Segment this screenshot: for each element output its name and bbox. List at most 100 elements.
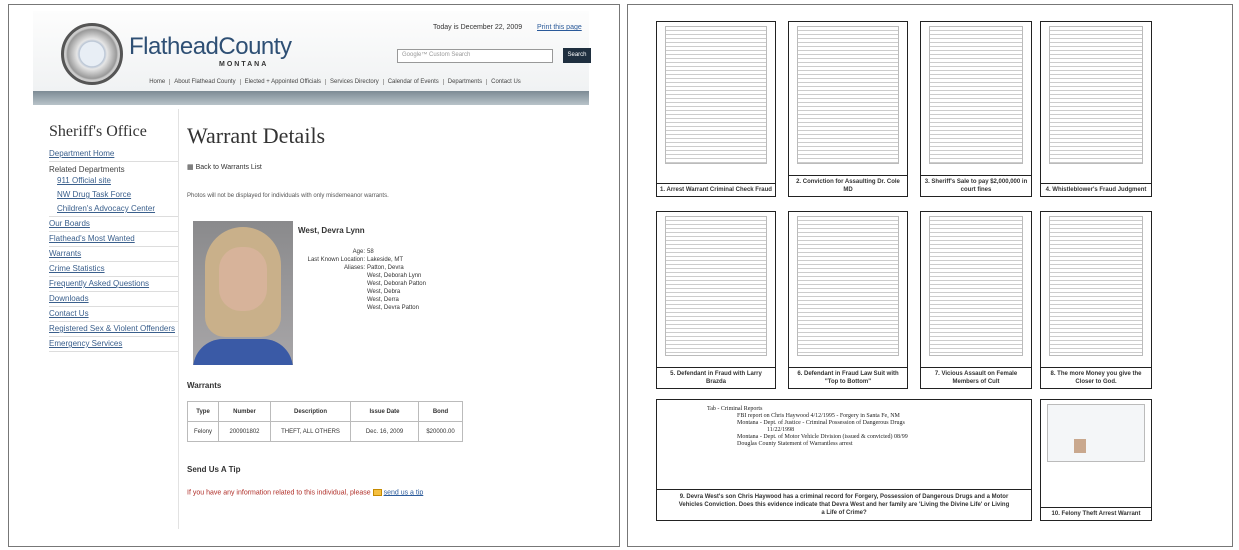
nav-departments[interactable]: Departments (443, 79, 488, 85)
sidebar-item-most-wanted[interactable]: Flathead's Most Wanted (49, 232, 179, 247)
document-caption: 4. Whistleblower's Fraud Judgment (1041, 183, 1151, 196)
document-thumbnail[interactable]: 1. Arrest Warrant Criminal Check Fraud (656, 21, 776, 197)
document-thumbnail[interactable]: 4. Whistleblower's Fraud Judgment (1040, 21, 1152, 197)
sidebar-item-our-boards[interactable]: Our Boards (49, 217, 179, 232)
document-caption: 2. Conviction for Assaulting Dr. Cole MD (789, 175, 907, 196)
document-caption: 10. Felony Theft Arrest Warrant (1041, 507, 1151, 520)
tip-message: If you have any information related to t… (187, 489, 371, 497)
document-caption: 7. Vicious Assault on Female Members of … (921, 367, 1031, 388)
criminal-reports-document[interactable]: Tab - Criminal Reports FBI report on Chr… (656, 399, 1032, 521)
document-caption: 8. The more Money you give the Closer to… (1041, 367, 1151, 388)
alias: West, Devra Patton (367, 305, 419, 311)
alias: Patton, Devra (367, 265, 404, 271)
aliases-label: Aliases: (343, 265, 365, 271)
document-thumbnail[interactable]: 6. Defendant in Fraud Law Suit with "Top… (788, 211, 908, 389)
table-row: Felony 200901802 THEFT, ALL OTHERS Dec. … (186, 421, 464, 442)
county-seal-logo (61, 23, 123, 85)
nav-services[interactable]: Services Directory (326, 79, 384, 85)
location-value: Lakeside, MT (367, 257, 404, 263)
page-content: Sheriff's Office Department Home Related… (33, 105, 589, 540)
document-thumbnail[interactable]: 10. Felony Theft Arrest Warrant (1040, 399, 1152, 521)
date-text: Today is December 22, 2009 (433, 24, 523, 31)
col-bond: Bond (418, 401, 464, 422)
send-tip-link[interactable]: send us a tip (384, 489, 424, 496)
col-type: Type (186, 401, 220, 422)
document-caption: 1. Arrest Warrant Criminal Check Fraud (657, 183, 775, 196)
criminal-reports-text: Tab - Criminal Reports FBI report on Chr… (707, 406, 908, 448)
alias: West, Derra (367, 297, 399, 303)
search-button[interactable]: Search (563, 48, 591, 63)
search-input[interactable]: Google™ Custom Search (397, 49, 553, 63)
document-caption: 5. Defendant in Fraud with Larry Brazda (657, 367, 775, 388)
sidebar-item-department-home[interactable]: Department Home (49, 147, 179, 162)
nav-contact[interactable]: Contact Us (487, 79, 525, 85)
envelope-icon (372, 489, 382, 496)
report-line: Montana - Dept. of Motor Vehicle Divisio… (737, 434, 908, 440)
report-line: Tab - Criminal Reports (707, 406, 763, 412)
person-name: West, Devra Lynn (298, 226, 365, 235)
document-caption: 6. Defendant in Fraud Law Suit with "Top… (789, 367, 907, 388)
header-band (33, 91, 589, 105)
related-departments-label: Related Departments (49, 165, 125, 174)
document-thumbnail[interactable]: 5. Defendant in Fraud with Larry Brazda (656, 211, 776, 389)
tip-text: If you have any information related to t… (187, 489, 423, 496)
warrants-heading: Warrants (187, 381, 222, 390)
sidebar-item-drug-task-force[interactable]: NW Drug Task Force (49, 188, 179, 202)
documents-panel: 1. Arrest Warrant Criminal Check Fraud 2… (627, 4, 1233, 547)
report-line: Douglas County Statement of Warrantless … (737, 441, 853, 447)
cell-issue-date: Dec. 16, 2009 (350, 421, 420, 442)
nav-officials[interactable]: Elected + Appointed Officials (240, 79, 327, 85)
table-header-row: Type Number Description Issue Date Bond (186, 401, 464, 422)
tip-heading: Send Us A Tip (187, 465, 241, 474)
page-title: Warrant Details (187, 123, 326, 148)
top-nav: Home About Flathead County Elected + Appoi… (63, 79, 607, 91)
col-description: Description (270, 401, 352, 422)
sidebar-item-911[interactable]: 911 Official site (49, 174, 179, 188)
alias: West, Debra (367, 289, 401, 295)
website-screenshot-panel: FlatheadCounty MONTANA Today is December… (8, 4, 620, 547)
site-logo-text[interactable]: FlatheadCounty (129, 33, 292, 61)
sidebar-item-downloads[interactable]: Downloads (49, 292, 179, 307)
sidebar-item-childrens-advocacy[interactable]: Children's Advocacy Center (49, 202, 179, 217)
cell-number: 200901802 (218, 421, 272, 442)
cell-description: THEFT, ALL OTHERS (270, 421, 352, 442)
sidebar-item-faq[interactable]: Frequently Asked Questions (49, 277, 179, 292)
report-line: 11/22/1998 (767, 427, 795, 433)
print-page-link[interactable]: Print this page (537, 24, 582, 31)
nav-home[interactable]: Home (145, 79, 171, 85)
sidebar-item-contact-us[interactable]: Contact Us (49, 307, 179, 322)
report-line: Montana - Dept. of Justice - Criminal Po… (737, 420, 905, 426)
back-link-label: Back to Warrants List (195, 164, 262, 171)
sidebar-item-crime-statistics[interactable]: Crime Statistics (49, 262, 179, 277)
alias: West, Deborah Lynn (367, 273, 422, 279)
sidebar: Sheriff's Office Department Home Related… (49, 123, 179, 352)
site-logo-subtext: MONTANA (219, 61, 269, 68)
cell-bond: $20000.00 (418, 421, 464, 442)
age-label: Age: (352, 249, 365, 255)
photo-note: Photos will not be displayed for individ… (187, 193, 389, 199)
alias: West, Deborah Patton (367, 281, 426, 287)
location-label: Last Known Location: (307, 257, 365, 263)
document-thumbnail[interactable]: 3. Sheriff's Sale to pay $2,000,000 in c… (920, 21, 1032, 197)
back-to-list-link[interactable]: ▦ Back to Warrants List (187, 163, 262, 171)
nav-calendar[interactable]: Calendar of Events (383, 79, 444, 85)
col-issue-date: Issue Date (350, 401, 420, 422)
mugshot-photo (193, 221, 293, 365)
nav-about[interactable]: About Flathead County (170, 79, 241, 85)
sidebar-item-emergency[interactable]: Emergency Services (49, 337, 179, 352)
report-line: FBI report on Chris Haywood 4/12/1995 - … (737, 413, 900, 419)
sidebar-item-offenders[interactable]: Registered Sex & Violent Offenders (49, 322, 179, 337)
person-details: Age: 58 Last Known Location: Lakeside, MT … (283, 248, 426, 312)
document-caption: 3. Sheriff's Sale to pay $2,000,000 in c… (921, 175, 1031, 196)
cell-type: Felony (186, 421, 220, 442)
document-caption: 9. Devra West's son Chris Haywood has a … (657, 489, 1031, 520)
warrants-table: Type Number Description Issue Date Bond … (186, 401, 464, 442)
age-value: 58 (367, 249, 374, 255)
document-thumbnail[interactable]: 8. The more Money you give the Closer to… (1040, 211, 1152, 389)
sidebar-item-warrants[interactable]: Warrants (49, 247, 179, 262)
list-icon: ▦ (187, 164, 196, 171)
document-thumbnail[interactable]: 2. Conviction for Assaulting Dr. Cole MD (788, 21, 908, 197)
warrant-page-thumbnail (1047, 404, 1145, 462)
col-number: Number (218, 401, 272, 422)
document-thumbnail[interactable]: 7. Vicious Assault on Female Members of … (920, 211, 1032, 389)
